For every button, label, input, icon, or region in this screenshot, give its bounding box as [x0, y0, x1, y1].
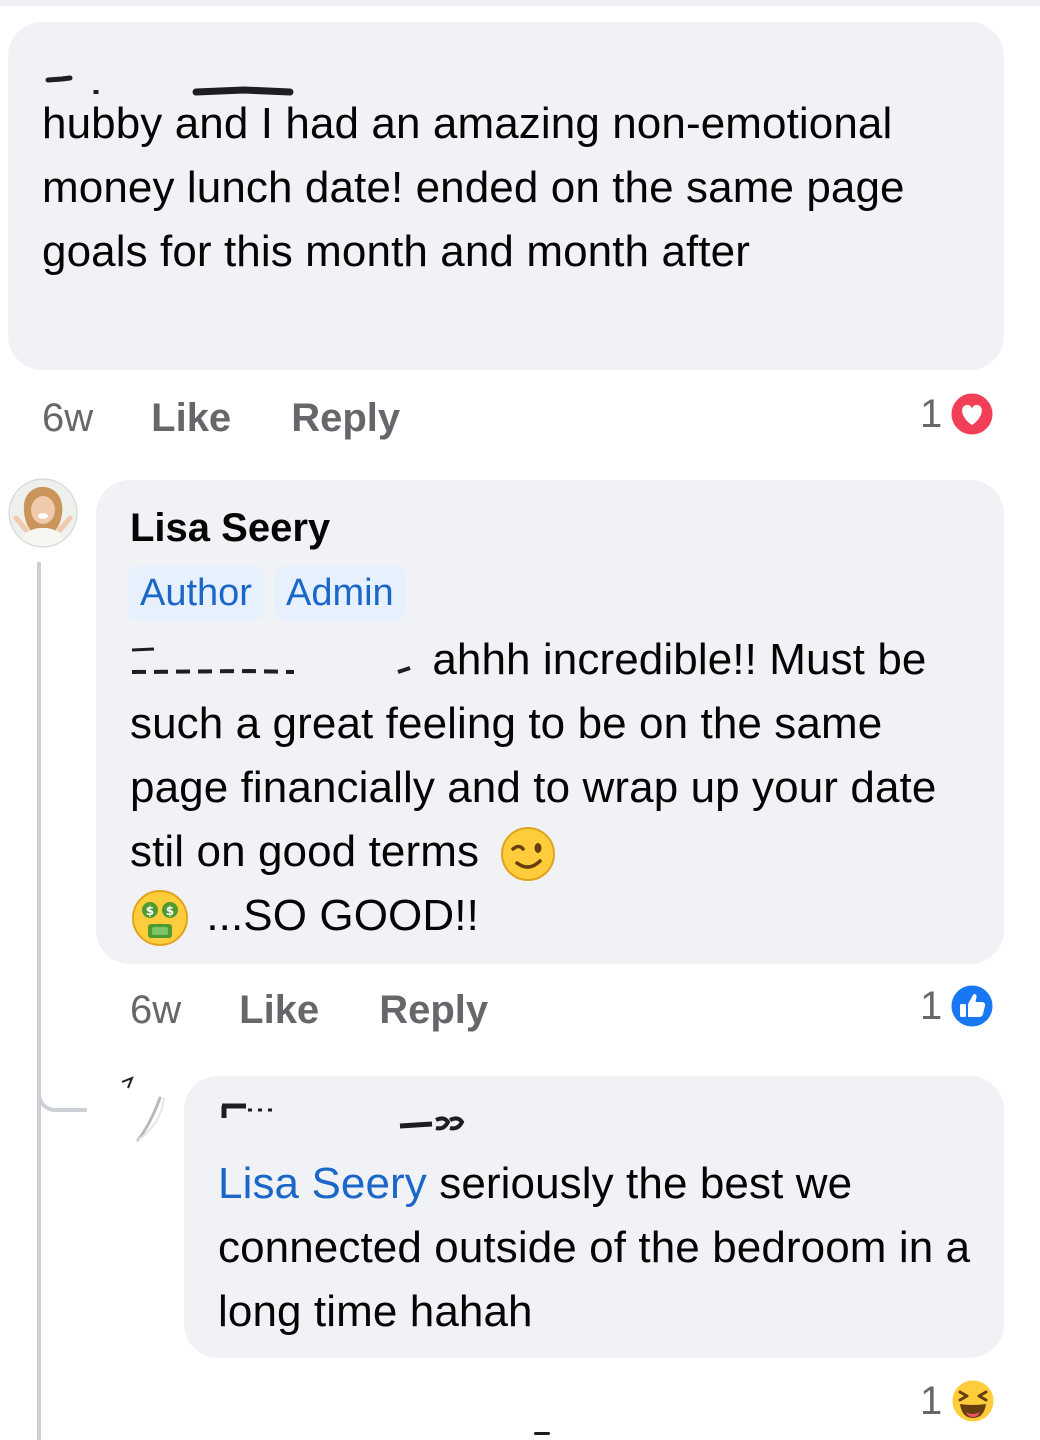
like-button[interactable]: Like — [151, 396, 231, 441]
author-badge: Author — [128, 566, 264, 621]
laughing-reaction-icon — [948, 1376, 998, 1426]
reaction-summary[interactable]: 1 — [920, 982, 996, 1030]
reaction-count: 1 — [920, 983, 943, 1028]
redacted-author-name — [218, 1100, 478, 1136]
avatar[interactable] — [110, 1074, 170, 1144]
comment-actions: 6w Like Reply — [130, 982, 488, 1038]
svg-text:$: $ — [166, 904, 174, 918]
admin-badge: Admin — [273, 566, 406, 621]
top-divider — [0, 0, 1040, 6]
redacted-mark — [534, 1432, 550, 1435]
like-reaction-icon — [948, 982, 996, 1030]
svg-text:$: $ — [146, 904, 154, 918]
comment-time[interactable]: 6w — [42, 396, 93, 441]
thread-branch — [37, 1060, 87, 1112]
reply-button[interactable]: Reply — [379, 988, 488, 1033]
mention-link[interactable]: Lisa Seery — [218, 1159, 427, 1208]
avatar[interactable] — [8, 478, 78, 548]
reaction-summary[interactable]: 1 — [920, 1376, 998, 1426]
comment-bubble: hubby and I had an amazing non-emotional… — [8, 22, 1004, 370]
comment-text: hubby and I had an amazing non-emotional… — [42, 99, 905, 276]
reaction-count: 1 — [920, 1378, 943, 1423]
money-mouth-face-icon: $ $ — [130, 888, 190, 948]
heart-reaction-icon — [948, 390, 996, 438]
thread-line — [37, 562, 41, 1440]
reaction-count: 1 — [920, 391, 943, 436]
reaction-summary[interactable]: 1 — [920, 390, 996, 438]
comment-time[interactable]: 6w — [130, 988, 181, 1033]
comment-bubble: Lisa Seery seriously the best we connect… — [184, 1076, 1004, 1358]
author-badges: Author Admin — [128, 566, 416, 621]
comment-text: ahhh incredible!! Must be such a great f… — [130, 628, 990, 948]
comment-bubble: Lisa Seery Author Admin ahhh incredible!… — [96, 480, 1004, 964]
comment-body-end: ...SO GOOD!! — [206, 891, 479, 940]
winking-face-icon — [499, 825, 557, 883]
redacted-mention — [130, 642, 420, 682]
like-button[interactable]: Like — [239, 988, 319, 1033]
reply-button[interactable]: Reply — [291, 396, 400, 441]
comment-text: Lisa Seery seriously the best we connect… — [218, 1152, 978, 1344]
author-name[interactable]: Lisa Seery — [130, 504, 330, 552]
comment-actions: 6w Like Reply — [42, 390, 400, 446]
